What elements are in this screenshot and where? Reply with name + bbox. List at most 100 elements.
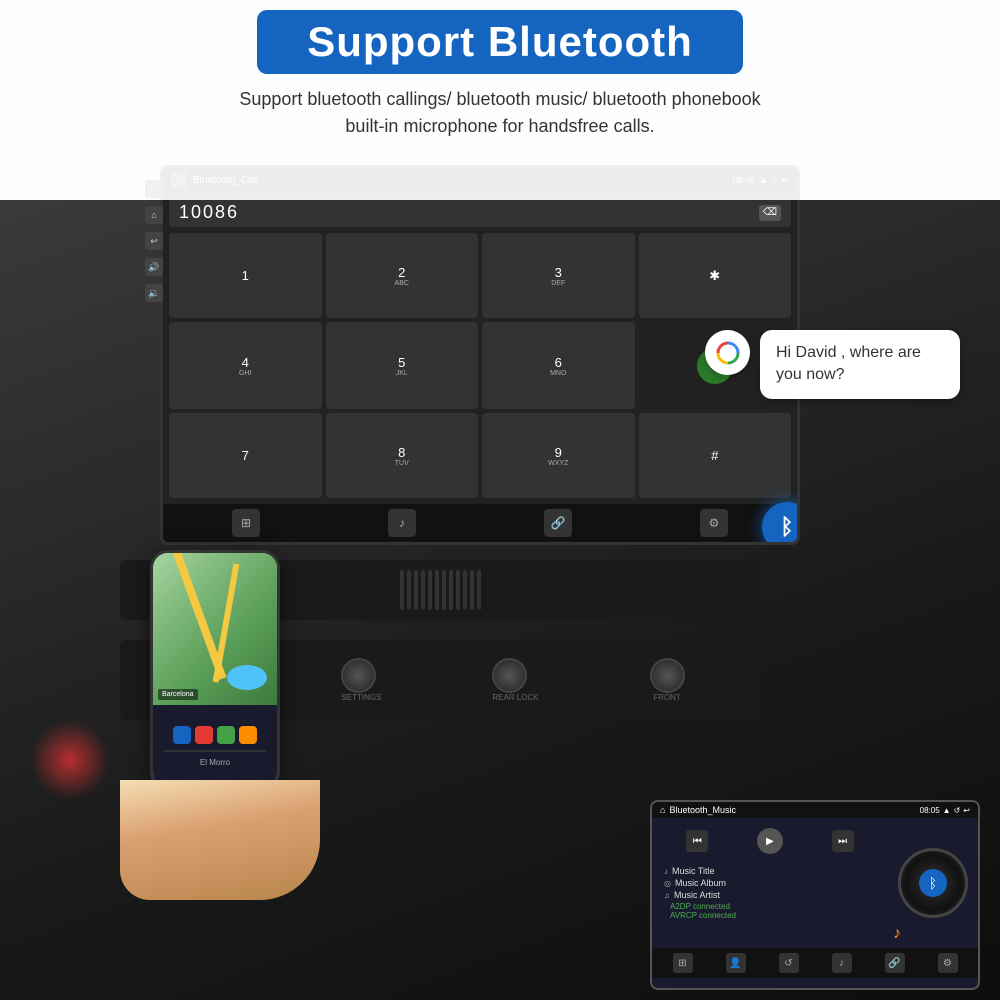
artist-name: Music Artist [674,890,720,900]
music-link-icon[interactable]: 🔗 [885,953,905,973]
bt-vinyl-icon: ᛒ [929,875,937,891]
dialpad-grid: 1 2ABC 3DEF ✱ 4GHI 5JKL 6MNO [169,233,791,498]
dial-key-7[interactable]: 7 [169,413,322,498]
dial-key-3[interactable]: 3DEF [482,233,635,318]
title-badge: Support Bluetooth [257,10,743,74]
track-row: ♪ Music Title [664,866,876,876]
dial-key-8[interactable]: 8TUV [326,413,479,498]
vent-slot [400,570,404,610]
subtitle: Support bluetooth callings/ bluetooth mu… [239,86,760,140]
note-icon: ♪ [664,867,668,876]
music-right: ᛒ ♪ [888,818,978,948]
vent-slot [456,570,460,610]
phone-app-icon [239,726,257,744]
track-title: Music Title [672,866,715,876]
main-title: Support Bluetooth [307,18,693,65]
music-user-icon[interactable]: 👤 [726,953,746,973]
a2dp-status: A2DP connected [670,902,876,911]
music-time: 08:05 [920,806,940,815]
dial-key-star[interactable]: ✱ [639,233,792,318]
music-icon[interactable]: ♪ [388,509,416,537]
bottom-toolbar: ⊞ ♪ 🔗 ⚙ [163,504,797,542]
avrcp-status: AVRCP connected [670,911,876,920]
volume-icon[interactable]: 🔊 [145,258,163,276]
dial-key-9[interactable]: 9WXYZ [482,413,635,498]
vent-slot [442,570,446,610]
vent-slot [435,570,439,610]
prev-button[interactable]: ⏮ [686,830,708,852]
music-settings-icon[interactable]: ⚙ [938,953,958,973]
music-controls: ⏮ ▶ ⏭ [658,824,882,858]
hand [120,780,320,900]
phone-app-icon [195,726,213,744]
phone-device: Barcelona El Morro [150,550,280,790]
assistant-bubble: Hi David , where are you now? [705,330,960,399]
album-icon: ◎ [664,879,671,888]
front-knob[interactable] [650,658,685,693]
music-status-bar: ⌂ Bluetooth_Music 08:05 ▲ ↺ ↩ [652,802,978,818]
artist-icon: ♫ [664,891,670,900]
vent-slot [407,570,411,610]
dial-key-1[interactable]: 1 [169,233,322,318]
volume-down-icon[interactable]: 🔉 [145,284,163,302]
assistant-text: Hi David , where are you now? [776,344,921,383]
dial-number-row: 10086 ⌫ [169,198,791,227]
rear-lock-knob[interactable] [492,658,527,693]
dial-key-6[interactable]: 6MNO [482,322,635,409]
vent-slot [477,570,481,610]
play-button[interactable]: ▶ [757,828,783,854]
dial-key-hash[interactable]: # [639,413,792,498]
phone-info: El Morro [158,758,272,767]
music-back: ↩ [963,806,970,815]
dial-key-2[interactable]: 2ABC [326,233,479,318]
bluetooth-icon: ᛒ [780,514,793,540]
map-label: Barcelona [158,689,198,700]
music-left: ⏮ ▶ ⏭ ♪ Music Title ◎ Music Album ♫ Musi… [652,818,888,948]
music-status-right: 08:05 ▲ ↺ ↩ [920,806,970,815]
settings-knob[interactable] [341,658,376,693]
vent-slot [463,570,467,610]
dial-number: 10086 [179,202,239,223]
ambient-light [30,720,110,800]
music-bt: ↺ [954,806,961,815]
next-button[interactable]: ⏭ [832,830,854,852]
music-note-deco: ♪ [893,925,901,943]
gear-icon[interactable]: ⚙ [700,509,728,537]
link-icon[interactable]: 🔗 [544,509,572,537]
phone-app-area: El Morro [153,705,277,787]
vent-slot [470,570,474,610]
music-home-icon: ⌂ [660,805,665,815]
subtitle-line2: built-in microphone for handsfree calls. [345,116,654,136]
phone-app-row [158,726,272,744]
music-wifi: ▲ [943,806,951,815]
back-icon[interactable]: ↩ [145,232,163,250]
music-bottom-bar: ⊞ 👤 ↺ ♪ 🔗 ⚙ [652,948,978,978]
map-road-2 [213,563,240,682]
music-screen-title: Bluetooth_Music [669,805,736,815]
rear-lock-label: REAR LOCK [492,693,538,702]
vent-slot [421,570,425,610]
grid-icon[interactable]: ⊞ [232,509,260,537]
album-name: Music Album [675,878,726,888]
music-status-left: ⌂ Bluetooth_Music [660,805,736,815]
vinyl-record: ᛒ [898,848,968,918]
music-phone-icon[interactable]: ↺ [779,953,799,973]
dial-key-4[interactable]: 4GHI [169,322,322,409]
subtitle-line1: Support bluetooth callings/ bluetooth mu… [239,89,760,109]
speech-bubble: Hi David , where are you now? [760,330,960,399]
backspace-button[interactable]: ⌫ [759,205,781,221]
music-grid-icon[interactable]: ⊞ [673,953,693,973]
vinyl-center: ᛒ [919,869,947,897]
vent-slot [414,570,418,610]
dial-key-5[interactable]: 5JKL [326,322,479,409]
phone-in-hand: Barcelona El Morro [120,550,320,900]
vent-slot [428,570,432,610]
top-section: Support Bluetooth Support bluetooth call… [0,0,1000,200]
front-label: FRONT [650,693,685,702]
album-row: ◎ Music Album [664,878,876,888]
phone-progress [164,750,266,752]
vent-slot [449,570,453,610]
phone-app-icon [217,726,235,744]
home-icon[interactable]: ⌂ [145,206,163,224]
music-note-icon[interactable]: ♪ [832,953,852,973]
